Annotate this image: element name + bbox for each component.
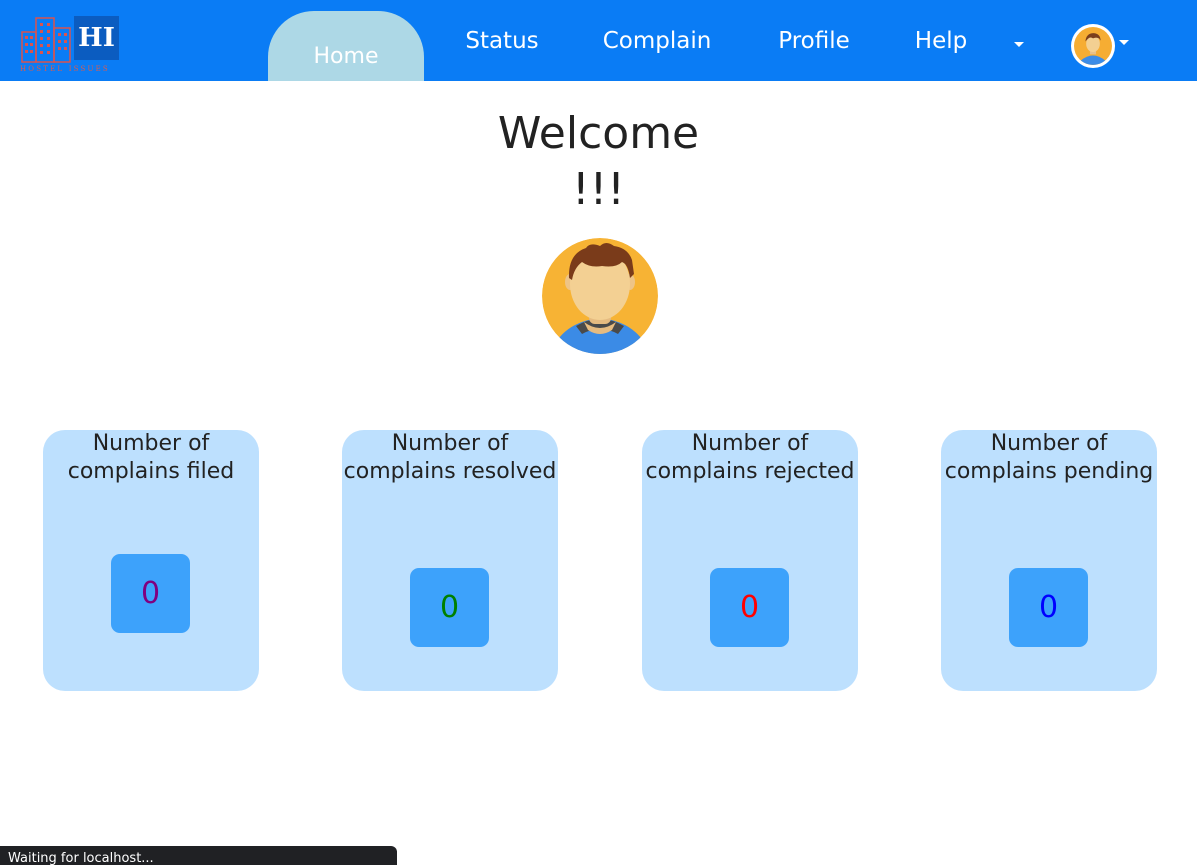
nav-help-label: Help: [914, 28, 968, 54]
stat-title-filed: Number of complains filed: [67, 431, 235, 484]
logo-subtitle: HOSTEL ISSUES: [20, 65, 110, 73]
stat-value-resolved: 0: [410, 568, 489, 647]
stat-title-resolved: Number of complains resolved: [343, 431, 557, 484]
nav-help-link[interactable]: Help: [911, 0, 971, 81]
stat-card-rejected: Number of complains rejected 0: [642, 430, 858, 691]
nav-home-tab[interactable]: Home: [268, 11, 424, 81]
user-avatar-icon: [542, 238, 658, 354]
stat-value-rejected: 0: [710, 568, 789, 647]
welcome-exclamation: !!!: [572, 164, 625, 215]
stat-card-resolved: Number of complains resolved 0: [342, 430, 558, 691]
stat-value-filed: 0: [111, 554, 190, 633]
nav-profile-link[interactable]: Profile: [775, 0, 853, 81]
stat-title-pending: Number of complains pending: [944, 431, 1154, 484]
nav-status-link[interactable]: Status: [462, 0, 542, 81]
welcome-heading: Welcome: [497, 108, 700, 159]
nav-complain-link[interactable]: Complain: [597, 0, 717, 81]
nav-home-label: Home: [313, 44, 379, 69]
caret-down-icon[interactable]: [1014, 42, 1024, 47]
buildings-icon: [21, 17, 71, 63]
user-menu-avatar[interactable]: [1071, 24, 1115, 68]
nav-profile-label: Profile: [778, 28, 850, 54]
stat-card-pending: Number of complains pending 0: [941, 430, 1157, 691]
profile-avatar: [542, 238, 658, 354]
nav-status-label: Status: [465, 28, 539, 54]
logo-initials: HI: [74, 16, 119, 60]
user-menu-caret-icon[interactable]: [1119, 40, 1129, 45]
nav-complain-label: Complain: [602, 28, 712, 54]
hostel-issues-logo[interactable]: HI HOSTEL ISSUES: [20, 14, 125, 76]
navbar: HI HOSTEL ISSUES Home Status Complain Pr…: [0, 0, 1197, 81]
browser-status-bar: Waiting for localhost...: [0, 846, 397, 865]
stat-value-pending: 0: [1009, 568, 1088, 647]
avatar-icon: [1074, 27, 1112, 65]
stat-title-rejected: Number of complains rejected: [645, 431, 855, 484]
stat-card-filed: Number of complains filed 0: [43, 430, 259, 691]
